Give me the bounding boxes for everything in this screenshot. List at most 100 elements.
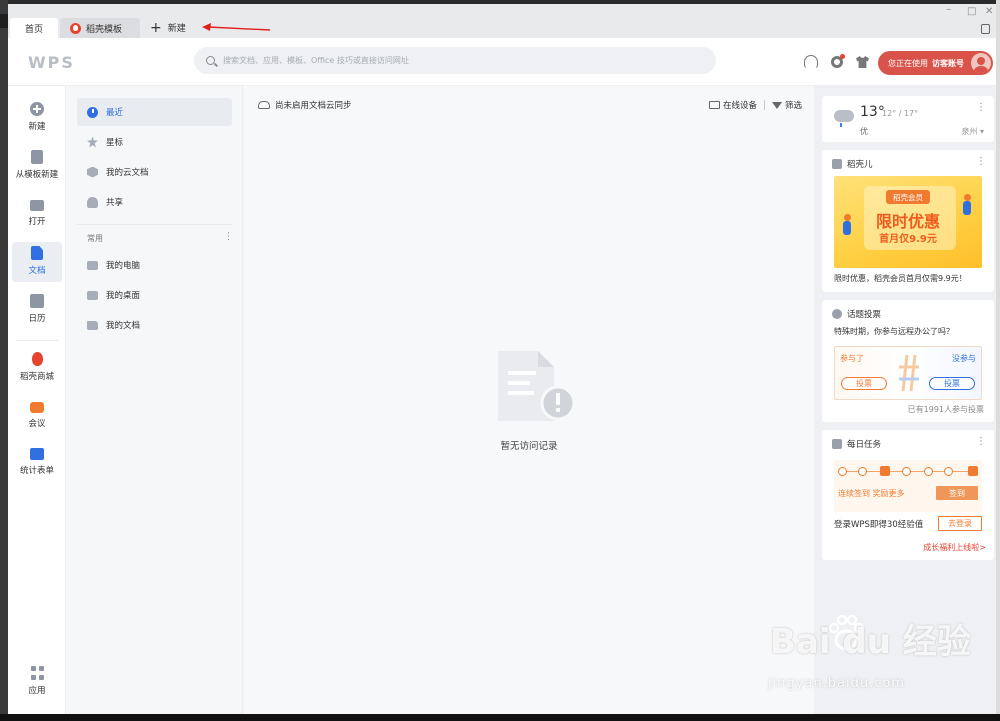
promo-badge: 稻壳会员	[886, 190, 930, 204]
account-prefix: 您正在使用	[888, 58, 928, 68]
progress-day-icon	[858, 467, 867, 476]
sidebar-item-label: 文档	[28, 266, 46, 276]
nav-item-my-desktop[interactable]: 我的桌面	[77, 281, 232, 309]
filter-button[interactable]: 筛选	[785, 99, 802, 111]
gear-icon[interactable]	[831, 54, 845, 68]
progress-day-icon	[924, 467, 933, 476]
vote-left-button[interactable]: 投票	[841, 377, 887, 390]
sidebar-divider	[16, 340, 58, 341]
sidebar-item-documents[interactable]: 文档	[12, 242, 62, 282]
promo-banner-subtitle: 首月仅9.9元	[879, 234, 937, 245]
vote-right-button[interactable]: 投票	[929, 377, 975, 390]
nav-item-label: 星标	[106, 138, 124, 148]
promo-banner-title: 限时优惠	[875, 212, 940, 231]
template-icon	[31, 150, 43, 164]
go-login-button[interactable]: 去登录	[938, 516, 982, 531]
search-bar[interactable]	[194, 47, 716, 74]
city-selector[interactable]: 泉州 ▾	[961, 126, 984, 137]
sidebar-item-label: 新建	[28, 122, 46, 132]
nav-item-label: 共享	[106, 198, 124, 208]
sidebar-item-label: 日历	[28, 314, 46, 324]
desktop-icon	[87, 290, 98, 300]
meeting-icon	[30, 402, 44, 413]
signin-button[interactable]: 签到	[936, 486, 978, 500]
nav-item-my-documents[interactable]: 我的文档	[77, 311, 232, 339]
temperature-range: 12° / 17°	[882, 109, 919, 118]
poll-options: 参与了 没参与 投票 投票	[834, 346, 982, 400]
close-icon[interactable]: ✕	[985, 6, 993, 17]
sidebar-item-docer-mall[interactable]: 稻壳商城	[12, 348, 62, 388]
poll-participant-count: 已有1991人参与投票	[907, 405, 984, 414]
sidebar-item-stat-form[interactable]: 统计表单	[12, 444, 62, 484]
nav-item-shared[interactable]: 共享	[77, 188, 232, 216]
sidebar-item-label: 打开	[28, 217, 46, 227]
docer-logo-icon	[70, 22, 81, 34]
avatar[interactable]	[971, 53, 991, 73]
cloud-doc-icon	[87, 166, 98, 178]
online-devices-button[interactable]: 在线设备	[723, 99, 757, 111]
weather-card[interactable]: 13° 12° / 17° 优 泉州 ▾ ⋮	[822, 96, 994, 142]
form-icon	[30, 448, 44, 460]
nav-item-cloud-docs[interactable]: 我的云文档	[77, 158, 232, 186]
nav-panel: 最近 星标 我的云文档 共享 常用 ⋮ 我的电脑 我的桌面 我的文档	[66, 86, 243, 714]
docer-promo-card[interactable]: 稻壳儿 ⋮ 稻壳会员 限时优惠 首月仅9.9元 限时优惠，稻壳会员首月仅需9.9…	[822, 150, 994, 292]
new-tab-label: 新建	[167, 24, 186, 34]
promo-banner[interactable]: 稻壳会员 限时优惠 首月仅9.9元	[834, 176, 982, 268]
plus-circle-icon	[30, 102, 44, 116]
more-options-icon[interactable]: ⋮	[976, 102, 986, 113]
folder-doc-icon	[87, 320, 98, 330]
more-options-icon[interactable]: ⋮	[976, 156, 986, 167]
sidebar-item-apps[interactable]: 应用	[12, 662, 62, 702]
person-illustration-icon	[962, 194, 972, 220]
gift-icon	[880, 466, 890, 476]
tab-home[interactable]: 首页	[10, 18, 58, 38]
progress-day-icon	[838, 467, 847, 476]
daily-tasks-card: 每日任务 ⋮ 连续签到 奖励更多 签到 登录WPS即得30经验值 去登录 成长福…	[822, 430, 994, 560]
sidebar-item-label: 稻壳商城	[19, 372, 54, 382]
sidebar-item-label: 统计表单	[19, 466, 54, 476]
nav-section-title: 常用	[87, 234, 103, 243]
background-right-edge	[996, 0, 1000, 721]
main-toolbar: 在线设备 筛选	[708, 99, 802, 111]
more-options-icon[interactable]: ⋮	[224, 232, 233, 242]
signin-progress: 连续签到 奖励更多 签到	[834, 460, 982, 512]
empty-state-text: 暂无访问记录	[500, 441, 558, 452]
search-input[interactable]	[223, 56, 693, 65]
share-icon	[87, 196, 98, 208]
poll-option-left: 参与了	[840, 354, 864, 363]
filter-icon	[771, 101, 782, 109]
topic-poll-card: 话题投票 特殊时期，你参与远程办公了吗？ 参与了 没参与 投票 投票 已有199…	[822, 300, 994, 422]
docer-mall-icon	[31, 352, 43, 366]
nav-item-my-computer[interactable]: 我的电脑	[77, 251, 232, 279]
sidebar-item-calendar[interactable]: 日历	[12, 290, 62, 330]
devices-icon	[708, 101, 720, 109]
minimize-icon[interactable]: –	[946, 4, 951, 15]
sidebar-item-new[interactable]: 新建	[12, 98, 62, 138]
taskbar-strip	[0, 714, 1000, 721]
cloud-sync-notice[interactable]: 尚未启用文档云同步	[258, 99, 352, 111]
background-edge	[0, 0, 8, 721]
headset-icon[interactable]	[804, 55, 818, 69]
wps-window: 首页 稻壳模板 + 新建 – □ ✕ WPS 您正在使用 访客账号	[8, 4, 996, 714]
promo-caption[interactable]: 限时优惠，稻壳会员首月仅需9.9元！	[834, 273, 967, 284]
sidebar-item-open[interactable]: 打开	[12, 194, 62, 234]
skin-shirt-icon[interactable]	[856, 56, 869, 68]
tab-docer-template[interactable]: 稻壳模板	[60, 18, 140, 38]
growth-benefits-link[interactable]: 成长福利上线啦>	[923, 542, 986, 553]
top-header: WPS 您正在使用 访客账号	[8, 38, 996, 86]
nav-item-recent[interactable]: 最近	[77, 98, 232, 126]
more-options-icon[interactable]: ⋮	[976, 436, 986, 447]
new-tab-button[interactable]: + 新建	[150, 21, 186, 35]
cloud-sync-text: 尚未启用文档云同步	[275, 101, 352, 111]
tablet-mode-icon[interactable]	[981, 24, 990, 34]
maximize-icon[interactable]: □	[967, 6, 976, 17]
nav-item-starred[interactable]: 星标	[77, 128, 232, 156]
left-sidebar: 新建 从模板新建 打开 文档 日历 稻壳商城 会议 统计表单 应用	[8, 86, 66, 714]
person-illustration-icon	[842, 214, 852, 240]
sidebar-item-meeting[interactable]: 会议	[12, 396, 62, 436]
sidebar-item-from-template[interactable]: 从模板新建	[12, 146, 62, 186]
account-button[interactable]: 您正在使用 访客账号	[878, 51, 993, 75]
main-content: 尚未启用文档云同步 在线设备 筛选 暂无访问记录	[244, 86, 814, 714]
nav-item-label: 最近	[106, 108, 124, 118]
card-title: 稻壳儿	[832, 158, 873, 170]
